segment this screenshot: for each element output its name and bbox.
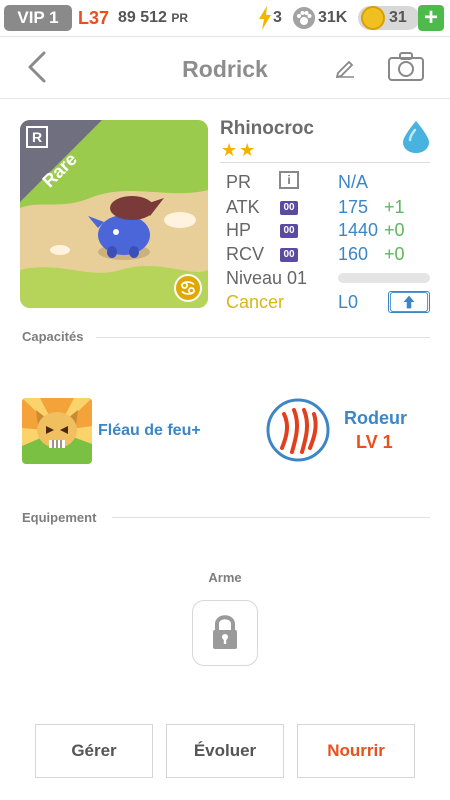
status-bar: VIP 1 L37 89 512 PR 3 31K 31 + <box>0 0 450 37</box>
ability-name-2[interactable]: Rodeur <box>344 408 407 429</box>
equipment-divider <box>112 517 430 518</box>
page-title: Rodrick <box>182 56 268 82</box>
camera-icon[interactable] <box>388 52 424 82</box>
pr-value: 89 512 <box>118 9 167 26</box>
paw-icon <box>293 7 315 29</box>
claw-ability-icon[interactable] <box>266 398 330 462</box>
weapon-label: Arme <box>208 570 242 585</box>
zodiac-level: L0 <box>338 292 359 312</box>
stat-label-atk: ATK <box>226 197 260 217</box>
stat-value-pr: N/A <box>338 172 369 192</box>
xp-progress-bar <box>338 273 430 283</box>
upgrade-arrow-button[interactable] <box>388 291 430 313</box>
stat-label-pr: PR <box>226 172 252 192</box>
stat-bonus-rcv: +0 <box>384 244 405 264</box>
ability-level-2: LV 1 <box>356 432 393 452</box>
equipment-heading: Equipement <box>22 510 97 525</box>
energy-icon <box>259 6 271 30</box>
info-divider <box>220 162 430 163</box>
add-coins-button[interactable]: + <box>418 5 444 31</box>
evolve-button[interactable]: Évoluer <box>166 724 284 778</box>
weapon-slot[interactable] <box>192 600 258 666</box>
level-label: Niveau 01 <box>226 268 308 288</box>
ability-name-1[interactable]: Fléau de feu+ <box>98 422 201 440</box>
coin-count: 31 <box>389 9 407 26</box>
stat-value-hp: 1440 <box>338 220 379 240</box>
vip-badge[interactable]: VIP 1 <box>4 5 72 31</box>
stat-label-rcv: RCV <box>226 244 265 264</box>
species-name: Rhinocroc <box>220 118 314 139</box>
coin-icon <box>361 6 385 30</box>
energy-count: 3 <box>273 9 282 26</box>
monster-portrait[interactable]: R Rare <box>20 120 208 308</box>
stat-bonus-atk: +1 <box>384 197 405 217</box>
atk-badge: 00 <box>280 201 298 215</box>
info-button[interactable]: i <box>279 171 299 189</box>
stat-value-rcv: 160 <box>338 244 369 264</box>
stat-value-atk: 175 <box>338 197 369 217</box>
power-rating: 89 512 PR <box>118 9 188 27</box>
abilities-divider <box>96 337 430 338</box>
rcv-badge: 00 <box>280 248 298 262</box>
star-rating: ★★ <box>221 140 258 160</box>
lock-icon <box>213 615 237 649</box>
stat-bonus-hp: +0 <box>384 220 405 240</box>
page-header: Rodrick <box>0 36 450 99</box>
stat-label-hp: HP <box>226 220 252 240</box>
cancer-sign-icon <box>174 274 202 302</box>
rarity-letter-badge: R <box>26 126 48 148</box>
fire-skull-icon[interactable] <box>22 398 92 464</box>
zodiac-sign: Cancer <box>226 292 285 312</box>
feed-button[interactable]: Nourrir <box>297 724 415 778</box>
food-count: 31K <box>318 9 348 26</box>
hp-badge: 00 <box>280 224 298 238</box>
edit-icon[interactable] <box>334 56 356 78</box>
water-drop-icon <box>403 121 429 153</box>
pr-unit: PR <box>171 11 189 25</box>
abilities-heading: Capacités <box>22 329 84 344</box>
player-level: L37 <box>78 8 110 28</box>
manage-button[interactable]: Gérer <box>35 724 153 778</box>
